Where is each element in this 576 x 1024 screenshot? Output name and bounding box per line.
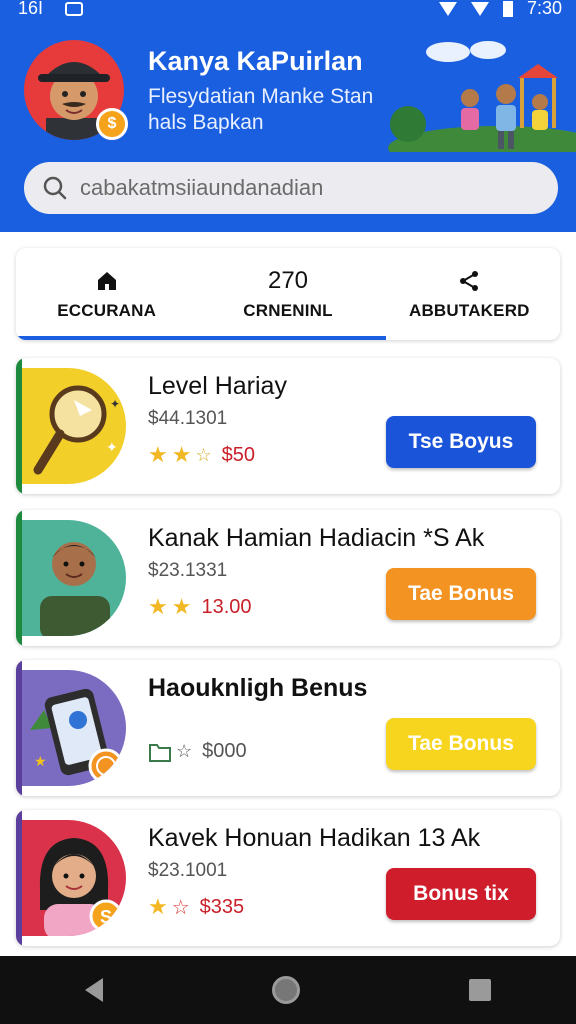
star-filled-icon: ★ [148,442,168,467]
tab-label: CRNENINL [243,301,333,320]
search-icon [43,176,67,200]
folder-icon [149,743,171,762]
svg-text:✦: ✦ [110,397,120,411]
tab-ecurana[interactable]: ECCURANA [16,248,197,340]
person-thumbnail [22,520,126,636]
star-filled-icon: ★ [148,894,168,919]
take-bonus-button[interactable]: Tae Bonus [386,718,536,770]
star-outline-icon: ☆ [176,741,193,761]
wifi-icon [438,1,457,16]
search-input[interactable] [80,175,520,201]
tab-label: ABBUTAKERD [408,301,530,320]
card-rating: ★ ★ 13.00 [148,594,252,620]
recent-apps-icon[interactable] [469,979,492,1001]
svg-text:★: ★ [34,753,47,769]
active-tab-indicator [16,336,386,340]
card-title: Haouknligh Benus [148,674,368,702]
share-icon [460,271,479,291]
card-price: $23.1331 [148,560,228,581]
star-filled-icon: ★ [171,594,192,619]
bonus-button[interactable]: Bonus tix [386,868,536,920]
star-outline-icon: ☆ [171,896,190,919]
card-title: Kavek Honuan Hadikan 13 Ak [148,824,481,852]
tab-label: ECCURANA [57,301,157,320]
tab-crneninl[interactable]: 270 CRNENINL [197,248,378,340]
status-time-left: 16I [18,0,44,18]
card-price: $44.1301 [148,408,228,429]
card-rating: ★ ☆ $335 [148,894,244,920]
card-rating: ★ ★ ☆ $50 [148,442,255,468]
phone-thumbnail: ★ [22,670,126,786]
search-bar[interactable] [24,162,558,214]
tab-count: 270 [267,267,309,294]
profile-subtitle: Flesydatian Manke Stan hals Bapkan [148,85,374,134]
status-bar: 16I 7:30 [0,0,576,22]
card-price: $23.1001 [148,860,228,881]
svg-text:S: S [100,907,112,927]
woman-thumbnail: S [22,820,126,936]
profile-header: $ Kanya KaPuirlan Flesydatian Manke Stan… [0,22,576,232]
card-title: Level Hariay [148,372,287,400]
tab-bar: ECCURANA 270 CRNENINL ABBUTAKERD [16,248,560,340]
notification-icon [65,1,84,16]
bonus-card[interactable]: ★ Haouknligh Benus ☆ $000 Tae Bonus [16,660,560,796]
status-time: 7:30 [526,0,562,18]
tab-abbutakerd[interactable]: ABBUTAKERD [379,248,560,340]
card-amount: $335 [199,895,245,918]
back-icon[interactable] [84,978,103,1002]
profile-name: Kanya KaPuirlan [148,46,363,76]
currency-badge-icon: $ [96,108,128,140]
battery-icon [502,0,513,17]
star-filled-icon: ★ [148,594,168,619]
bonus-card[interactable]: ✦ ✦ Level Hariay $44.1301 ★ ★ ☆ $50 Tse … [16,358,560,494]
card-amount: $50 [221,443,255,466]
star-filled-icon: ★ [171,442,192,467]
family-park-illustration [388,41,576,152]
take-bonus-button[interactable]: Tae Bonus [386,568,536,620]
signal-icon [470,1,489,16]
home-icon [97,272,116,290]
magnifier-thumbnail: ✦ ✦ [22,368,126,484]
star-outline-icon: ☆ [195,444,212,465]
take-bonus-button[interactable]: Tse Boyus [386,416,536,468]
home-button-icon[interactable] [271,976,300,1004]
svg-text:✦: ✦ [106,439,118,455]
card-amount: $000 [202,740,247,762]
system-navigation-bar [0,956,576,1024]
card-amount: 13.00 [201,595,252,618]
bonus-card[interactable]: S Kavek Honuan Hadikan 13 Ak $23.1001 ★ … [16,810,560,946]
card-rating: ☆ $000 [148,740,247,763]
bonus-card[interactable]: Kanak Hamian Hadiacin *S Ak $23.1331 ★ ★… [16,510,560,646]
card-title: Kanak Hamian Hadiacin *S Ak [148,524,485,552]
